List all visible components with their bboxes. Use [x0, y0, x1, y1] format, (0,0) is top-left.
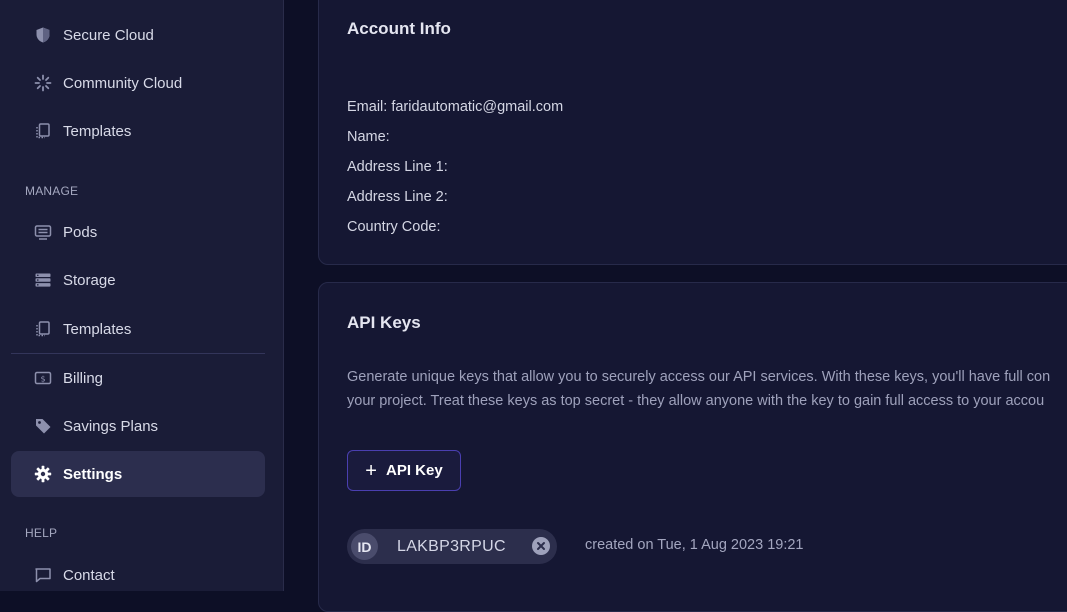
account-info-title: Account Info: [347, 19, 451, 38]
api-key-chip: ID LAKBP3RPUC: [347, 529, 557, 564]
sidebar-item-templates-manage[interactable]: Templates: [11, 306, 265, 352]
sidebar-item-pods[interactable]: Pods: [11, 209, 265, 255]
api-keys-card: API Keys Generate unique keys that allow…: [318, 282, 1067, 612]
billing-icon: $: [34, 369, 52, 387]
api-keys-title: API Keys: [347, 313, 421, 332]
sidebar-item-label: Templates: [63, 320, 132, 338]
sidebar-item-label: Storage: [63, 271, 116, 289]
sidebar-item-label: Contact: [63, 566, 115, 584]
templates-icon: [34, 320, 52, 338]
address-line-2-field: Address Line 2:: [347, 189, 448, 205]
api-key-value[interactable]: LAKBP3RPUC: [397, 538, 506, 556]
country-code-field: Country Code:: [347, 219, 441, 235]
sidebar-item-label: Templates: [63, 122, 132, 140]
sidebar-item-settings[interactable]: Settings: [11, 451, 265, 497]
community-icon: [34, 74, 52, 92]
plus-icon: +: [365, 459, 377, 482]
sidebar-item-templates[interactable]: Templates: [11, 108, 265, 154]
email-field: Email: faridautomatic@gmail.com: [347, 99, 564, 115]
svg-text:$: $: [40, 374, 45, 383]
storage-icon: [34, 271, 52, 289]
chat-icon: [34, 566, 52, 584]
sidebar-item-label: Pods: [63, 223, 98, 241]
gear-icon: [34, 465, 52, 483]
sidebar-divider: [11, 353, 265, 354]
section-label-help: HELP: [25, 526, 58, 540]
name-field: Name:: [347, 129, 390, 145]
sidebar: Secure Cloud Community Cloud Templates M…: [0, 0, 284, 591]
sidebar-item-label: Billing: [63, 369, 104, 387]
address-line-1-field: Address Line 1:: [347, 159, 448, 175]
sidebar-item-community-cloud[interactable]: Community Cloud: [11, 60, 265, 106]
account-info-card: Account Info Email: faridautomatic@gmail…: [318, 0, 1067, 265]
sidebar-item-contact[interactable]: Contact: [11, 552, 265, 598]
templates-icon: [34, 122, 52, 140]
sidebar-item-billing[interactable]: $ Billing: [11, 355, 265, 401]
api-key-created-date: created on Tue, 1 Aug 2023 19:21: [585, 537, 804, 553]
id-badge: ID: [351, 533, 378, 560]
sidebar-item-label: Community Cloud: [63, 74, 183, 92]
sidebar-item-label: Savings Plans: [63, 417, 159, 435]
delete-key-icon[interactable]: [532, 537, 550, 555]
shield-icon: [34, 26, 52, 44]
sidebar-item-secure-cloud[interactable]: Secure Cloud: [11, 12, 265, 58]
section-label-manage: MANAGE: [25, 184, 79, 198]
add-api-key-button[interactable]: + API Key: [347, 450, 461, 491]
sidebar-item-savings-plans[interactable]: Savings Plans: [11, 403, 265, 449]
sidebar-item-label: Settings: [63, 465, 123, 483]
api-keys-description-line-2: your project. Treat these keys as top se…: [347, 393, 1045, 409]
api-keys-description-line-1: Generate unique keys that allow you to s…: [347, 369, 1051, 385]
tag-icon: [34, 417, 52, 435]
add-api-key-label: API Key: [385, 462, 443, 479]
sidebar-item-storage[interactable]: Storage: [11, 257, 265, 303]
pods-icon: [34, 223, 52, 241]
sidebar-item-label: Secure Cloud: [63, 26, 154, 44]
